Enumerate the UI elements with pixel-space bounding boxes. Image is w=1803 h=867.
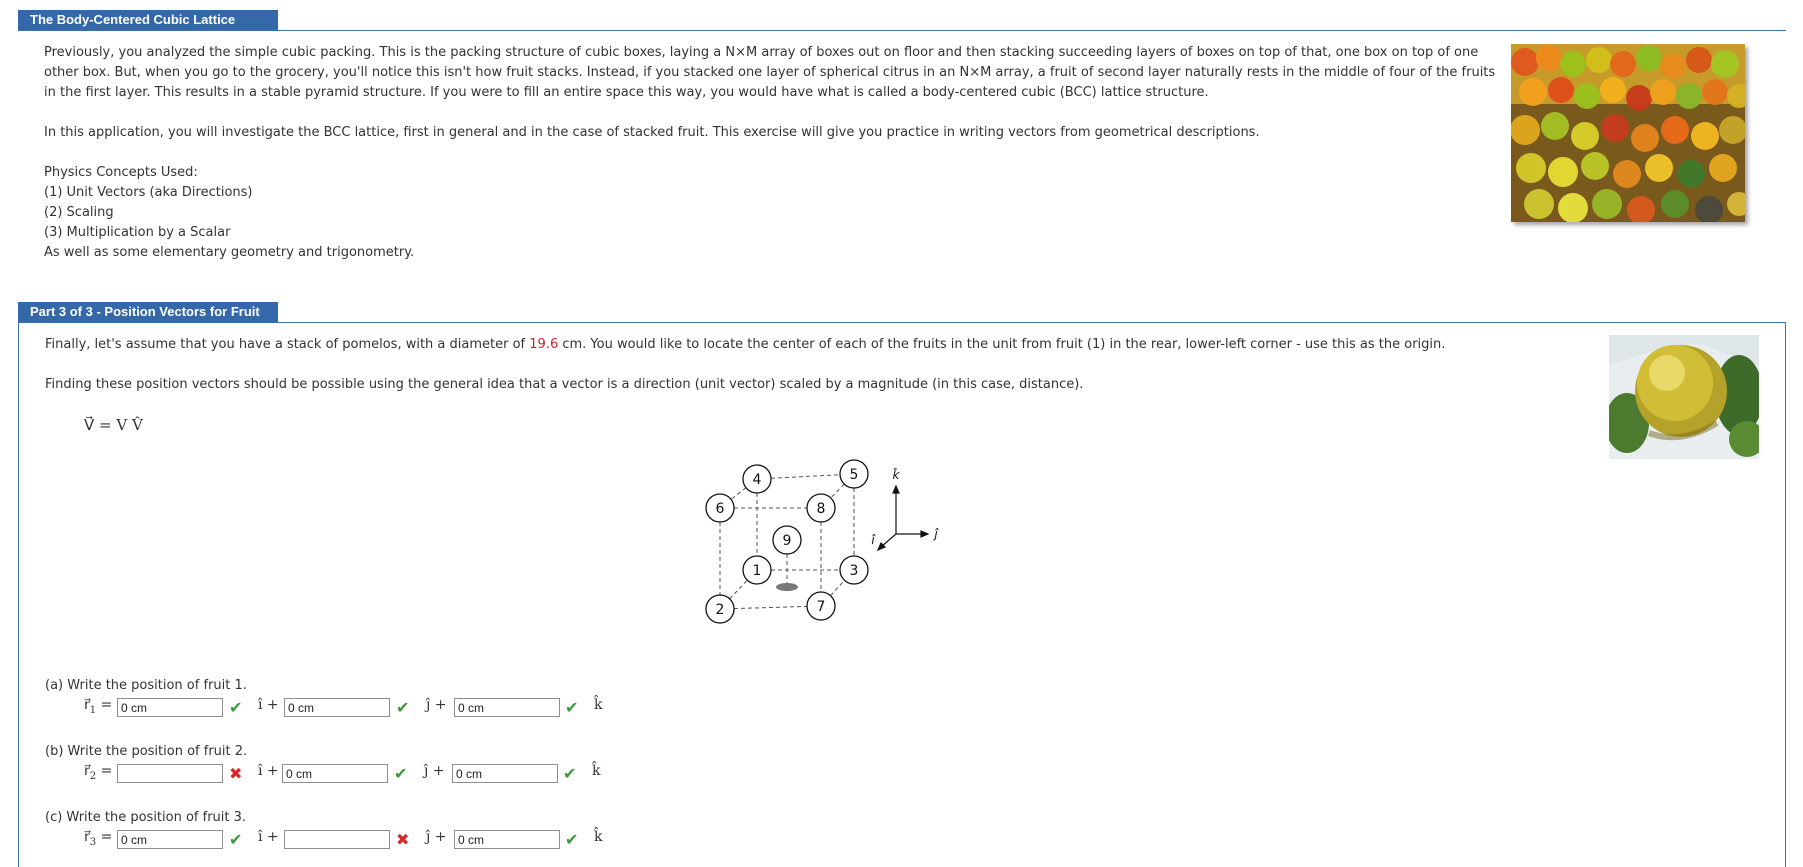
- intro-paragraph: Previously, you analyzed the simple cubi…: [44, 45, 1496, 100]
- svg-text:8: 8: [817, 501, 826, 517]
- node-5: 5: [839, 459, 869, 489]
- answer-row-b: r⃗2 = ✖ î + ✔ ĵ + ✔ k̂: [84, 763, 624, 785]
- concepts-heading: Physics Concepts Used:: [44, 165, 198, 180]
- k-hat-unit: k̂: [592, 763, 601, 779]
- i-hat-unit: î +: [258, 697, 279, 713]
- node-8: 8: [806, 493, 836, 523]
- concept-item: (1) Unit Vectors (aka Directions): [44, 185, 253, 200]
- pomelo-photo: [1609, 335, 1759, 459]
- question-c-label: (c) Write the position of fruit 3.: [45, 810, 247, 825]
- j-axis-label: ĵ: [932, 527, 939, 541]
- bcc-lattice-diagram: 4 5 6 8 9 1 3 2 7 k̂ ĵ î: [705, 459, 939, 624]
- intro-text-after: cm. You would like to locate the center …: [558, 337, 1446, 352]
- check-icon: ✔: [229, 830, 243, 849]
- vector-formula: V⃗ = V V̂: [84, 416, 143, 434]
- question-a-label: (a) Write the position of fruit 1.: [45, 678, 247, 693]
- answer-row-a: r⃗1 = ✔ î + ✔ ĵ + ✔ k̂: [84, 697, 624, 719]
- concept-item: (2) Scaling: [44, 205, 114, 220]
- r3-k-component-input[interactable]: [454, 830, 560, 849]
- section-title: Part 3 of 3 - Position Vectors for Fruit: [18, 302, 278, 322]
- node-3: 3: [839, 555, 869, 585]
- concept-item: (3) Multiplication by a Scalar: [44, 225, 231, 240]
- r3-j-component-input[interactable]: [284, 830, 390, 849]
- i-axis-label: î: [871, 533, 876, 547]
- section-title: The Body-Centered Cubic Lattice: [18, 10, 278, 30]
- j-hat-unit: ĵ +: [424, 763, 445, 779]
- center-shadow: [776, 583, 798, 591]
- svg-text:7: 7: [817, 599, 826, 615]
- pomelo-intro: Finally, let's assume that you have a st…: [45, 335, 1585, 355]
- node-7: 7: [806, 591, 836, 621]
- svg-text:4: 4: [753, 472, 762, 488]
- cross-icon: ✖: [396, 830, 410, 849]
- k-hat-unit: k̂: [594, 829, 603, 845]
- diameter-value: 19.6: [529, 337, 559, 352]
- vector-r2-symbol: r⃗2 =: [84, 763, 113, 782]
- r2-i-component-input[interactable]: [117, 764, 223, 783]
- check-icon: ✔: [563, 764, 577, 783]
- svg-text:5: 5: [850, 467, 859, 483]
- answer-row-c: r⃗3 = ✔ î + ✖ ĵ + ✔ k̂: [84, 829, 624, 851]
- svg-text:1: 1: [753, 563, 762, 579]
- r3-i-component-input[interactable]: [117, 830, 223, 849]
- vector-r3-symbol: r⃗3 =: [84, 829, 113, 848]
- svg-text:2: 2: [716, 602, 725, 618]
- question-b-label: (b) Write the position of fruit 2.: [45, 744, 248, 759]
- j-hat-unit: ĵ +: [426, 829, 447, 845]
- fruit-stand-photo: [1511, 44, 1745, 222]
- finding-paragraph: Finding these position vectors should be…: [45, 377, 1084, 392]
- k-axis-label: k̂: [892, 468, 900, 482]
- vector-r1-symbol: r⃗1 =: [84, 697, 113, 716]
- node-4: 4: [742, 464, 772, 494]
- section-header-bcc: The Body-Centered Cubic Lattice: [18, 10, 1786, 31]
- check-icon: ✔: [565, 698, 579, 717]
- i-hat-unit: î +: [258, 829, 279, 845]
- r1-j-component-input[interactable]: [284, 698, 390, 717]
- j-hat-unit: ĵ +: [426, 697, 447, 713]
- application-paragraph: In this application, you will investigat…: [44, 125, 1260, 140]
- check-icon: ✔: [565, 830, 579, 849]
- node-1: 1: [742, 555, 772, 585]
- check-icon: ✔: [396, 698, 410, 717]
- svg-text:6: 6: [716, 501, 725, 517]
- node-2: 2: [705, 594, 735, 624]
- intro-text-before: Finally, let's assume that you have a st…: [45, 337, 530, 352]
- i-hat-unit: î +: [258, 763, 279, 779]
- cross-icon: ✖: [229, 764, 243, 783]
- node-9: 9: [772, 525, 802, 555]
- check-icon: ✔: [229, 698, 243, 717]
- svg-text:3: 3: [850, 563, 859, 579]
- svg-text:9: 9: [783, 533, 792, 549]
- r2-k-component-input[interactable]: [452, 764, 558, 783]
- r2-j-component-input[interactable]: [282, 764, 388, 783]
- section-header-part3: Part 3 of 3 - Position Vectors for Fruit: [18, 302, 1786, 323]
- r1-i-component-input[interactable]: [117, 698, 223, 717]
- k-hat-unit: k̂: [594, 697, 603, 713]
- check-icon: ✔: [394, 764, 408, 783]
- node-6: 6: [705, 493, 735, 523]
- axes-indicator: [876, 484, 930, 552]
- concepts-footer: As well as some elementary geometry and …: [44, 245, 415, 260]
- r1-k-component-input[interactable]: [454, 698, 560, 717]
